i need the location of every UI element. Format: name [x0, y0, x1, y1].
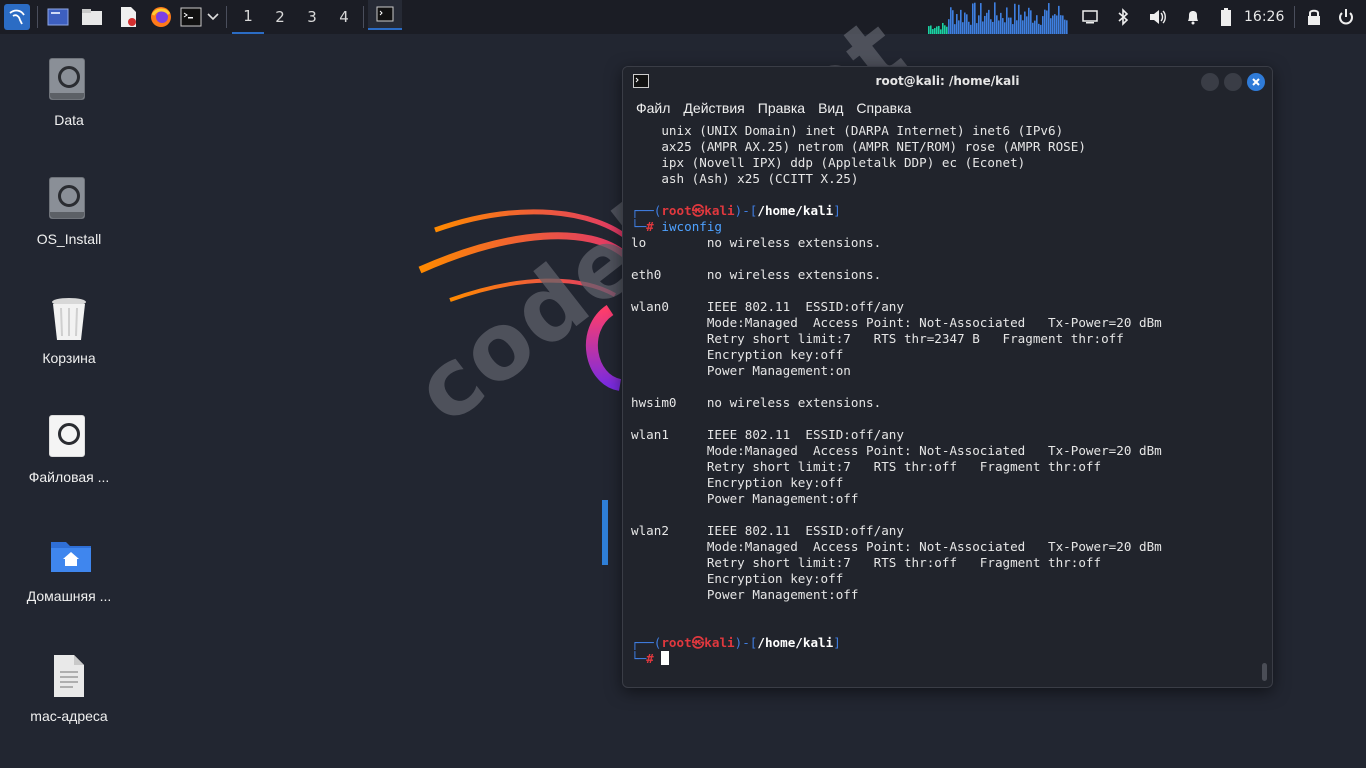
file-manager-icon[interactable] [80, 4, 104, 30]
desktop-icon-label: mac-адреса [30, 708, 108, 724]
display-icon[interactable] [1080, 4, 1100, 30]
kali-menu-icon[interactable] [4, 4, 30, 30]
menu-help[interactable]: Справка [856, 95, 911, 121]
drive-icon [49, 58, 89, 104]
window-title: root@kali: /home/kali [875, 74, 1020, 88]
panel-separator [363, 6, 364, 28]
desktop-icon-label: Data [54, 112, 84, 128]
text-cursor [661, 651, 670, 665]
lock-icon[interactable] [1305, 4, 1323, 30]
terminal-window[interactable]: root@kali: /home/kali Файл Действия Прав… [622, 66, 1273, 688]
firefox-icon[interactable] [149, 4, 173, 30]
prompt-path: /home/kali [757, 203, 834, 218]
workspace-1[interactable]: 1 [232, 0, 264, 34]
panel-separator [37, 6, 38, 28]
desktop-icon-label: OS_Install [36, 231, 102, 247]
panel-separator [226, 6, 227, 28]
workspace-3[interactable]: 3 [296, 0, 328, 34]
desktop-icon-data[interactable]: Data [9, 58, 129, 128]
command-output: lo no wireless extensions. eth0 no wirel… [631, 235, 1162, 602]
home-folder-icon [49, 534, 91, 580]
menu-edit[interactable]: Правка [758, 95, 805, 121]
prompt-symbol: # [646, 651, 654, 666]
volume-icon[interactable] [1148, 4, 1168, 30]
prompt-user: root [661, 635, 692, 650]
terminal-task-button[interactable] [368, 0, 402, 30]
trash-icon [49, 296, 89, 342]
desktop-icon-label: Домашняя ... [26, 588, 112, 604]
menu-actions[interactable]: Действия [683, 95, 744, 121]
desktop-icon-os-install[interactable]: OS_Install [9, 177, 129, 247]
panel-separator [1294, 6, 1295, 28]
notifications-bell-icon[interactable] [1184, 4, 1202, 30]
desktop-icon-trash[interactable]: Корзина [9, 296, 129, 366]
terminal-icon [376, 6, 394, 22]
minimize-button[interactable] [1201, 73, 1219, 91]
prompt-host: kali [704, 635, 735, 650]
filesystem-drive-icon [49, 415, 89, 461]
show-desktop-icon[interactable] [46, 4, 70, 30]
workspace-2[interactable]: 2 [264, 0, 296, 34]
text-editor-icon[interactable] [116, 4, 140, 30]
menu-file[interactable]: Файл [636, 95, 670, 121]
top-panel: 1 2 3 4 16:26 [0, 0, 1366, 34]
bluetooth-icon[interactable] [1114, 4, 1132, 30]
desktop-icon-mac-addresses[interactable]: mac-адреса [9, 654, 129, 724]
desktop-icon-label: Файловая ... [28, 469, 110, 485]
prompt-symbol: # [646, 219, 654, 234]
command-text: iwconfig [661, 219, 723, 234]
prompt-user: root [661, 203, 692, 218]
drive-icon [49, 177, 89, 223]
clock[interactable]: 16:26 [1244, 0, 1284, 34]
battery-icon[interactable] [1218, 4, 1234, 30]
menu-view[interactable]: Вид [818, 95, 843, 121]
text-file-icon [49, 654, 89, 700]
power-icon[interactable] [1337, 4, 1355, 30]
prompt-host: kali [704, 203, 735, 218]
workspace-4[interactable]: 4 [328, 0, 360, 34]
terminal-titlebar[interactable]: root@kali: /home/kali [623, 67, 1272, 95]
cpu-graph-icon [928, 2, 1068, 34]
close-button[interactable] [1247, 73, 1265, 91]
prompt-path: /home/kali [757, 635, 834, 650]
desktop-icon-home[interactable]: Домашняя ... [9, 534, 129, 604]
dropdown-chevron-icon[interactable] [205, 4, 221, 30]
close-icon [1252, 78, 1260, 86]
terminal-launcher-icon[interactable] [180, 4, 202, 30]
desktop-icon-filesystem[interactable]: Файловая ... [9, 415, 129, 485]
terminal-output[interactable]: unix (UNIX Domain) inet (DARPA Internet)… [631, 123, 1251, 683]
previous-output: unix (UNIX Domain) inet (DARPA Internet)… [661, 123, 1086, 186]
maximize-button[interactable] [1224, 73, 1242, 91]
terminal-menubar: Файл Действия Правка Вид Справка [623, 95, 1272, 121]
desktop-icon-label: Корзина [42, 350, 96, 366]
scrollbar[interactable] [1262, 663, 1267, 681]
